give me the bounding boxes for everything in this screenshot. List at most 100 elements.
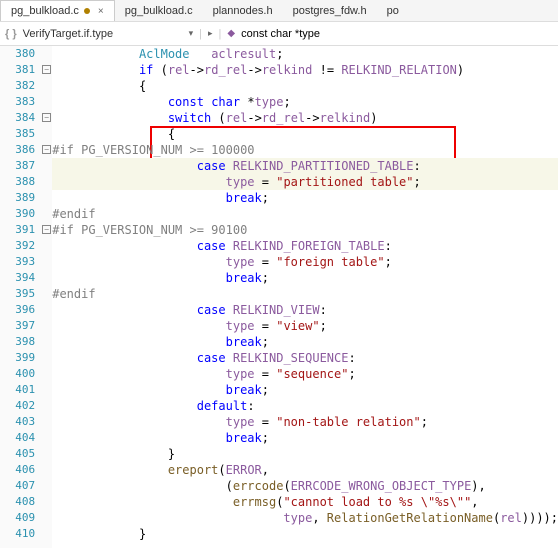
chevron-down-icon[interactable]: ▾ [189, 28, 194, 39]
code-line[interactable]: case RELKIND_VIEW: [52, 302, 558, 318]
code-line[interactable]: break; [52, 270, 558, 286]
line-number: 384 [0, 110, 35, 126]
line-number-gutter: 3803813823833843853863873883893903913923… [0, 46, 41, 548]
fold-cell [41, 238, 52, 254]
code-line[interactable]: #if PG_VERSION_NUM >= 100000 [52, 142, 558, 158]
code-line[interactable]: type = "foreign table"; [52, 254, 558, 270]
line-number: 393 [0, 254, 35, 270]
code-line[interactable]: break; [52, 190, 558, 206]
fold-cell [41, 46, 52, 62]
fold-cell [41, 350, 52, 366]
code-line[interactable]: const char *type; [52, 94, 558, 110]
line-number: 410 [0, 526, 35, 542]
code-line[interactable]: default: [52, 398, 558, 414]
close-icon[interactable]: × [98, 6, 104, 17]
line-number: 406 [0, 462, 35, 478]
code-line[interactable]: case RELKIND_PARTITIONED_TABLE: [52, 158, 558, 174]
line-number: 401 [0, 382, 35, 398]
code-line[interactable]: { [52, 126, 558, 142]
fold-cell[interactable]: − [41, 110, 52, 126]
fold-minus-icon[interactable]: − [42, 225, 51, 234]
fold-minus-icon[interactable]: − [42, 65, 51, 74]
tab-1[interactable]: pg_bulkload.c [115, 0, 203, 21]
code-line[interactable]: #if PG_VERSION_NUM >= 90100 [52, 222, 558, 238]
member-dropdown[interactable]: const char *type [241, 28, 320, 40]
fold-cell [41, 126, 52, 142]
line-number: 403 [0, 414, 35, 430]
fold-minus-icon[interactable]: − [42, 145, 51, 154]
fold-cell [41, 206, 52, 222]
navigation-bar: { } VerifyTarget.if.type ▾ | ▸ | ◆ const… [0, 22, 558, 46]
code-line[interactable]: break; [52, 382, 558, 398]
editor: 3803813823833843853863873883893903913923… [0, 46, 558, 548]
code-line[interactable]: } [52, 446, 558, 462]
code-line[interactable]: case RELKIND_FOREIGN_TABLE: [52, 238, 558, 254]
tab-3[interactable]: postgres_fdw.h [283, 0, 377, 21]
code-line[interactable]: if (rel->rd_rel->relkind != RELKIND_RELA… [52, 62, 558, 78]
fold-cell [41, 446, 52, 462]
fold-cell [41, 254, 52, 270]
code-line[interactable]: #endif [52, 286, 558, 302]
scope-dropdown[interactable]: VerifyTarget.if.type [23, 28, 183, 40]
code-line[interactable]: break; [52, 430, 558, 446]
line-number: 388 [0, 174, 35, 190]
line-number: 407 [0, 478, 35, 494]
line-number: 380 [0, 46, 35, 62]
tab-4[interactable]: po [377, 0, 409, 21]
tab-bar: pg_bulkload.c × pg_bulkload.c plannodes.… [0, 0, 558, 22]
tab-0[interactable]: pg_bulkload.c × [0, 0, 115, 21]
scope-icon: { } [5, 28, 17, 40]
code-line[interactable]: errmsg("cannot load to %s \"%s\"", [52, 494, 558, 510]
code-line[interactable]: type = "non-table relation"; [52, 414, 558, 430]
code-line[interactable]: (errcode(ERRCODE_WRONG_OBJECT_TYPE), [52, 478, 558, 494]
fold-cell [41, 334, 52, 350]
line-number: 390 [0, 206, 35, 222]
code-line[interactable]: { [52, 78, 558, 94]
fold-cell [41, 190, 52, 206]
fold-cell [41, 510, 52, 526]
line-number: 391 [0, 222, 35, 238]
code-line[interactable]: type = "view"; [52, 318, 558, 334]
line-number: 385 [0, 126, 35, 142]
code-line[interactable]: #endif [52, 206, 558, 222]
code-line[interactable]: type, RelationGetRelationName(rel)))); [52, 510, 558, 526]
fold-cell[interactable]: − [41, 222, 52, 238]
nav-arrows[interactable]: ▸ [208, 28, 213, 39]
code-line[interactable]: type = "sequence"; [52, 366, 558, 382]
line-number: 409 [0, 510, 35, 526]
tab-2[interactable]: plannodes.h [203, 0, 283, 21]
fold-minus-icon[interactable]: − [42, 113, 51, 122]
code-line[interactable]: case RELKIND_SEQUENCE: [52, 350, 558, 366]
tab-label: pg_bulkload.c [11, 5, 79, 17]
code-line[interactable]: ereport(ERROR, [52, 462, 558, 478]
tab-label: pg_bulkload.c [125, 5, 193, 17]
code-line[interactable]: type = "partitioned table"; [52, 174, 558, 190]
line-number: 396 [0, 302, 35, 318]
separator: | [199, 28, 202, 40]
fold-cell [41, 382, 52, 398]
line-number: 389 [0, 190, 35, 206]
line-number: 394 [0, 270, 35, 286]
fold-cell[interactable]: − [41, 142, 52, 158]
fold-column: − − − − [41, 46, 52, 548]
code-line[interactable]: switch (rel->rd_rel->relkind) [52, 110, 558, 126]
fold-cell [41, 462, 52, 478]
line-number: 386 [0, 142, 35, 158]
fold-cell[interactable]: − [41, 62, 52, 78]
code-line[interactable]: break; [52, 334, 558, 350]
code-line[interactable]: } [52, 526, 558, 542]
fold-cell [41, 494, 52, 510]
field-icon: ◆ [227, 28, 235, 39]
code-area[interactable]: AclMode aclresult; if (rel->rd_rel->relk… [52, 46, 558, 548]
code-line[interactable]: AclMode aclresult; [52, 46, 558, 62]
fold-cell [41, 430, 52, 446]
line-number: 399 [0, 350, 35, 366]
line-number: 392 [0, 238, 35, 254]
line-number: 405 [0, 446, 35, 462]
tab-label: plannodes.h [213, 5, 273, 17]
line-number: 395 [0, 286, 35, 302]
fold-cell [41, 270, 52, 286]
fold-cell [41, 414, 52, 430]
line-number: 398 [0, 334, 35, 350]
dirty-dot-icon [84, 8, 90, 14]
